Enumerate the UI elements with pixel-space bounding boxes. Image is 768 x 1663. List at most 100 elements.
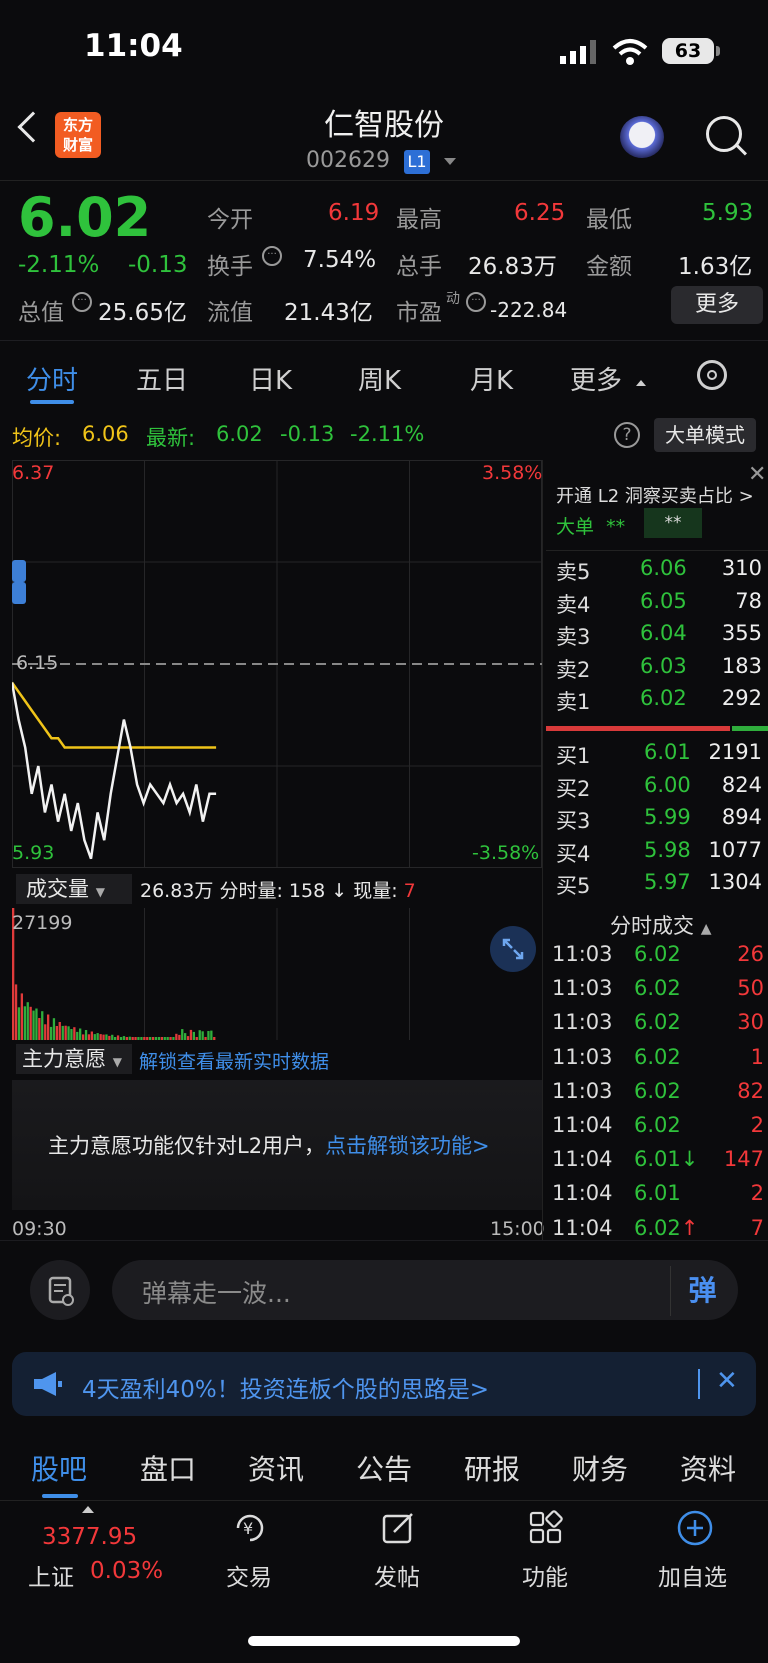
trade-row[interactable]: 11:04 6.02↑ 7 (552, 1216, 764, 1248)
volume-bar (163, 1037, 166, 1040)
trade-price: 6.02 (634, 1044, 681, 1069)
functions-icon[interactable] (526, 1508, 566, 1548)
ask-row[interactable]: 卖3 6.04 355 (556, 621, 762, 651)
info-icon[interactable]: ··· (262, 246, 282, 266)
help-icon[interactable]: ? (614, 422, 640, 448)
volume-selector[interactable]: 成交量 ▼ (16, 874, 132, 904)
pe-superscript: 动 (446, 291, 460, 307)
unlock-link[interactable]: 解锁查看最新实时数据 (139, 1047, 329, 1074)
float-value: 21.43亿 (284, 300, 373, 326)
bid-price: 5.99 (644, 805, 691, 829)
volume-bar (47, 1014, 50, 1040)
tab-weekly-k[interactable]: 周K (358, 360, 401, 397)
volume-bar (84, 1030, 88, 1040)
volume-chart[interactable] (12, 908, 542, 1040)
ask-price: 6.03 (640, 653, 687, 678)
add-watch-icon[interactable] (675, 1508, 715, 1548)
svg-text:¥: ¥ (243, 1519, 253, 1538)
tab-profile[interactable]: 资料 (680, 1448, 736, 1488)
ask-row[interactable]: 卖1 6.02 292 (556, 686, 762, 716)
trade-price: 6.02 (634, 1078, 681, 1103)
unlock-feature-link[interactable]: 点击解锁该功能> (325, 1134, 490, 1158)
trade-row[interactable]: 11:03 6.02 26 (552, 942, 764, 974)
bid-row[interactable]: 买3 5.99 894 (556, 805, 762, 835)
trade-row[interactable]: 11:04 6.01 2 (552, 1181, 764, 1213)
tab-five-day[interactable]: 五日 (136, 360, 188, 397)
volume-bar (87, 1034, 91, 1040)
bid-row[interactable]: 买1 6.01 2191 (556, 740, 762, 770)
nav-post[interactable]: 发帖 (374, 1558, 420, 1592)
volume-bar (79, 1028, 82, 1040)
main-force-selector[interactable]: 主力意愿 ▼ (16, 1044, 132, 1074)
level-badge[interactable]: L1 (404, 150, 430, 174)
volume-bar (70, 1029, 73, 1040)
bid-row[interactable]: 买2 6.00 824 (556, 773, 762, 803)
l2-prompt[interactable]: 开通 L2 洞察买卖占比 > (556, 482, 754, 508)
y-max-label: 6.37 (12, 462, 55, 484)
chevron-down-icon[interactable] (444, 158, 456, 165)
tab-announcements[interactable]: 公告 (356, 1448, 412, 1488)
ask-row[interactable]: 卖4 6.05 78 (556, 589, 762, 619)
big-order-value: ** (606, 516, 626, 538)
volume-value: 26.83万 (468, 254, 557, 280)
tab-pankou[interactable]: 盘口 (140, 1448, 196, 1488)
volume-bar (96, 1033, 99, 1040)
nav-add-watch[interactable]: 加自选 (658, 1558, 727, 1592)
info-icon[interactable]: ··· (466, 292, 486, 312)
volume-bar (172, 1037, 175, 1040)
bid-row[interactable]: 买5 5.97 1304 (556, 870, 762, 900)
trade-row[interactable]: 11:04 6.01↓ 147 (552, 1147, 764, 1179)
assistant-robot-icon[interactable] (620, 116, 664, 158)
tab-research[interactable]: 研报 (464, 1448, 520, 1488)
trade-row[interactable]: 11:03 6.02 1 (552, 1045, 764, 1077)
open-value: 6.19 (328, 200, 380, 226)
home-indicator[interactable] (248, 1636, 520, 1646)
info-icon[interactable]: ··· (72, 292, 92, 312)
ask-row[interactable]: 卖2 6.03 183 (556, 654, 762, 684)
tab-guba[interactable]: 股吧 (31, 1448, 87, 1488)
volume-bar (178, 1034, 181, 1040)
ask-volume: 292 (721, 686, 762, 710)
big-order-mode-button[interactable]: 大单模式 (654, 418, 756, 452)
index-name[interactable]: 上证 (28, 1558, 74, 1592)
danmaku-settings-icon[interactable] (30, 1260, 90, 1320)
stock-code: 002629 (306, 148, 390, 173)
danmaku-send-button[interactable]: 弹 (670, 1266, 734, 1316)
volume-bar (210, 1030, 213, 1040)
trade-row[interactable]: 11:04 6.02 2 (552, 1113, 764, 1145)
close-icon[interactable]: ✕ (716, 1366, 738, 1396)
tab-daily-k[interactable]: 日K (249, 360, 292, 397)
tab-intraday[interactable]: 分时 (26, 360, 78, 397)
post-icon[interactable] (378, 1508, 418, 1548)
tab-news[interactable]: 资讯 (248, 1448, 304, 1488)
bid-level-label: 买3 (556, 809, 591, 833)
nav-functions[interactable]: 功能 (522, 1558, 568, 1592)
tab-finance[interactable]: 财务 (572, 1448, 628, 1488)
promo-text[interactable]: 4天盈利40%！投资连板个股的思路是> (82, 1370, 489, 1404)
mktcap-value: 25.65亿 (98, 300, 187, 326)
trades-title[interactable]: 分时成交 ▲ (610, 910, 711, 940)
s-marker-icon[interactable] (12, 582, 26, 604)
more-button[interactable]: 更多 (671, 286, 763, 324)
trade-row[interactable]: 11:03 6.02 30 (552, 1010, 764, 1042)
trade-row[interactable]: 11:03 6.02 50 (552, 976, 764, 1008)
trade-volume: 1 (750, 1044, 764, 1069)
ask-row[interactable]: 卖5 6.06 310 (556, 556, 762, 586)
legend-change-pct: -2.11% (350, 422, 425, 446)
volume-bar (76, 1031, 79, 1040)
avg-value: 6.06 (82, 422, 129, 446)
trade-icon[interactable]: ¥ (230, 1508, 270, 1548)
tab-monthly-k[interactable]: 月K (470, 360, 513, 397)
tab-more[interactable]: 更多 (570, 360, 622, 397)
index-value[interactable]: 3377.95 (42, 1524, 137, 1550)
trade-row[interactable]: 11:03 6.02 82 (552, 1079, 764, 1111)
volume-bar (82, 1034, 85, 1040)
s-marker-icon[interactable] (12, 560, 26, 582)
bid-row[interactable]: 买4 5.98 1077 (556, 838, 762, 868)
index-change[interactable]: 0.03% (90, 1558, 163, 1584)
nav-trade[interactable]: 交易 (226, 1558, 272, 1592)
expand-icon[interactable] (490, 926, 536, 972)
intraday-chart[interactable] (12, 460, 542, 868)
bid-volume: 894 (721, 805, 762, 829)
ask-volume: 78 (735, 588, 762, 613)
